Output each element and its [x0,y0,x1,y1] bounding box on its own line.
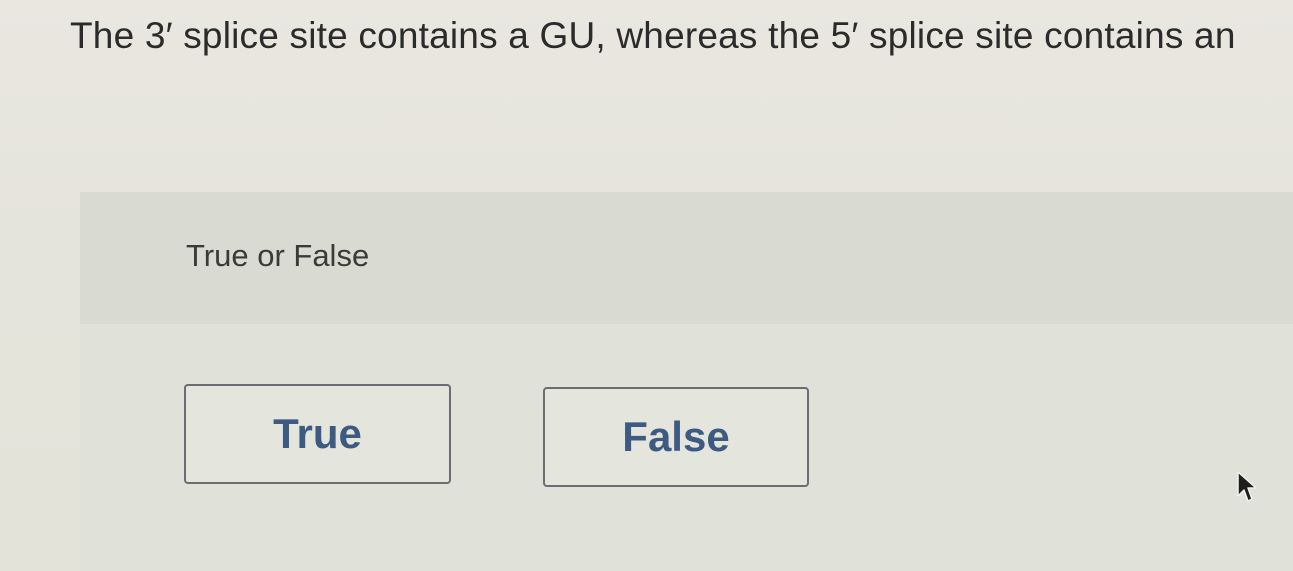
false-button[interactable]: False [543,387,809,487]
true-or-false-label: True or False [186,238,370,273]
panel-header: True or False [80,192,1293,324]
answer-panel: True or False [80,192,1293,571]
true-button[interactable]: True [184,384,451,484]
question-text: The 3′ splice site contains a GU, wherea… [70,15,1236,56]
mouse-pointer-icon [1237,471,1257,502]
